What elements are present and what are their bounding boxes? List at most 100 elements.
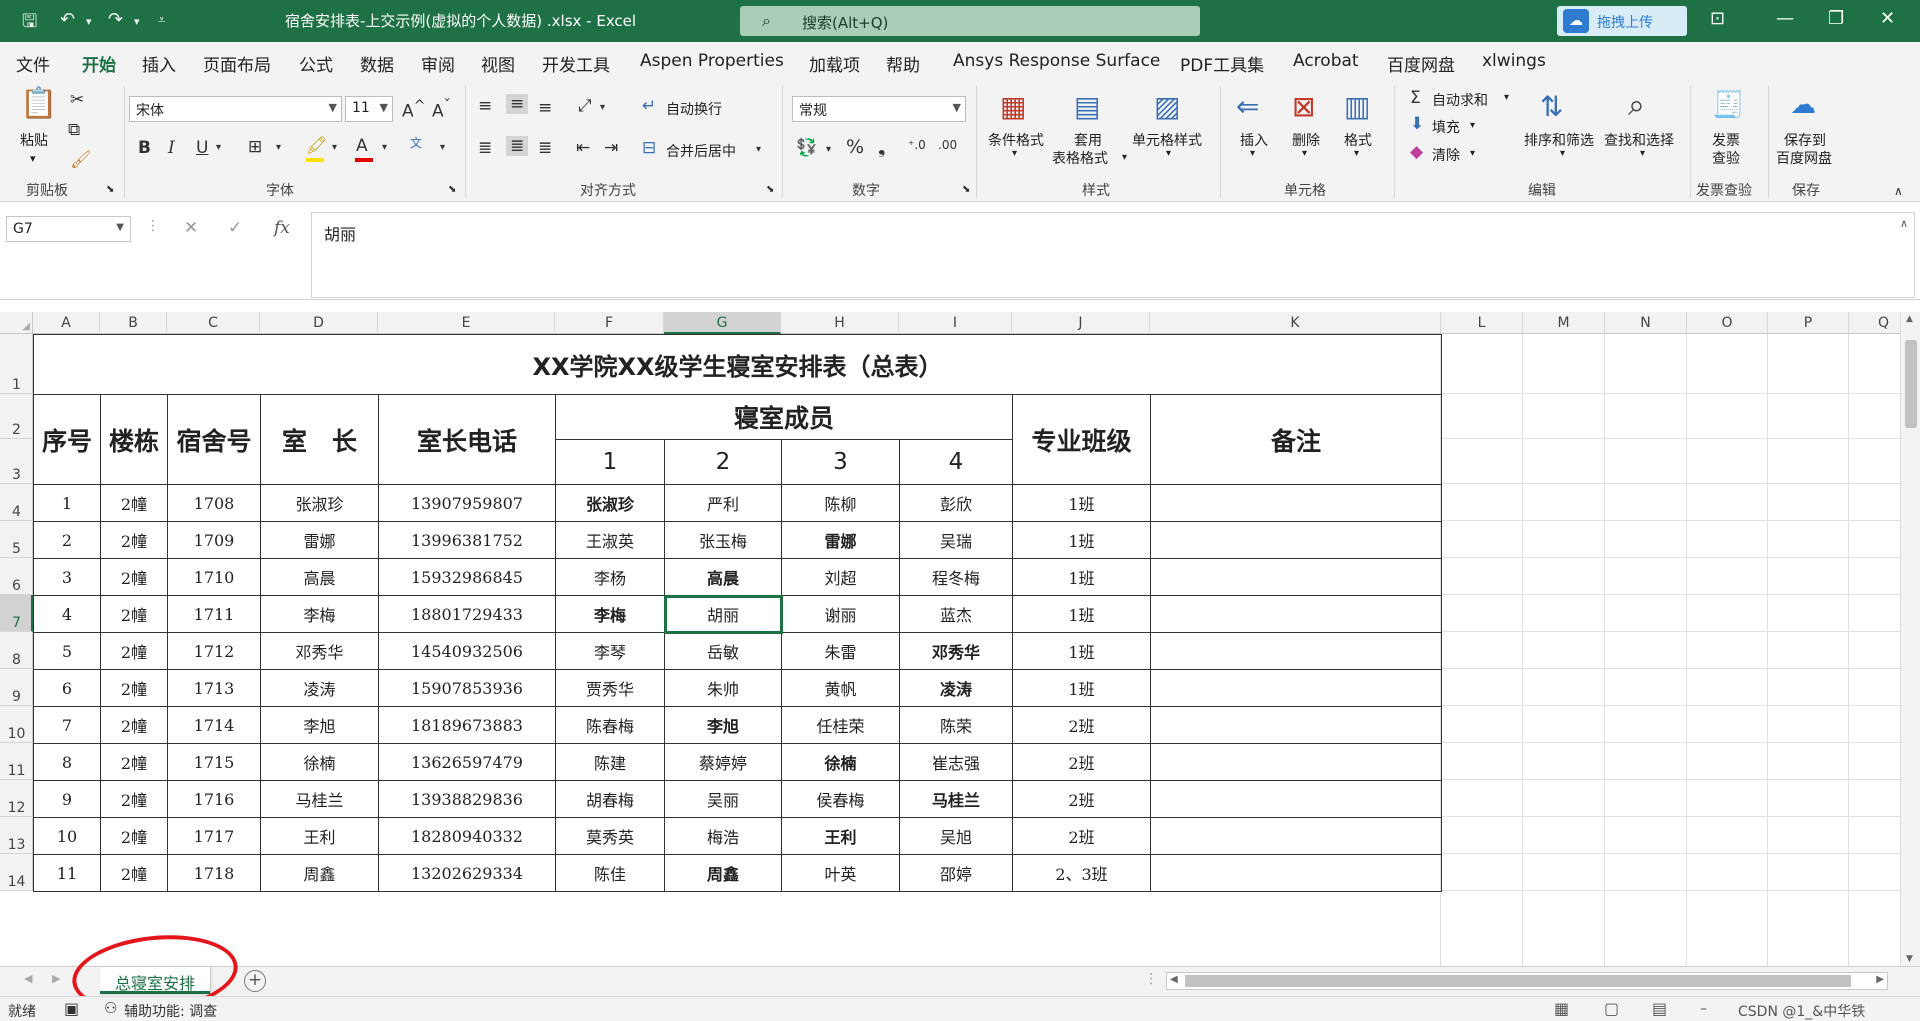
header-building[interactable]: 楼栋 xyxy=(100,394,168,485)
save-baidu-line1[interactable]: 保存到 xyxy=(1784,130,1826,150)
row-header-6[interactable]: 6 xyxy=(0,558,33,595)
cell-leader[interactable]: 马桂兰 xyxy=(260,780,379,818)
tab-review[interactable]: 审阅 xyxy=(421,51,455,76)
percent-icon[interactable]: % xyxy=(846,136,864,158)
cell-building[interactable]: 2幢 xyxy=(100,484,168,522)
cell-member2[interactable]: 岳敏 xyxy=(664,632,782,670)
find-select-icon[interactable]: ⌕ xyxy=(1628,88,1645,123)
cell-member1[interactable]: 王淑英 xyxy=(555,521,665,559)
member-num-4[interactable]: 4 xyxy=(899,439,1013,485)
cell-member1[interactable]: 陈佳 xyxy=(555,854,665,892)
currency-icon[interactable]: 💱 xyxy=(796,138,817,158)
paste-dropdown-icon[interactable]: ▾ xyxy=(30,152,36,165)
name-box[interactable]: G7 ▼ xyxy=(6,216,131,242)
font-color-dropdown-icon[interactable]: ▾ xyxy=(382,142,387,153)
scroll-down-icon[interactable]: ▼ xyxy=(1906,954,1913,964)
italic-icon[interactable]: I xyxy=(168,138,175,158)
increase-indent-icon[interactable]: ⇥ xyxy=(604,138,618,158)
cell-seq[interactable]: 9 xyxy=(33,780,101,818)
insert-dropdown-icon[interactable]: ▾ xyxy=(1250,148,1255,159)
cell-class[interactable]: 1班 xyxy=(1012,669,1151,707)
fill-dropdown-icon[interactable]: ▾ xyxy=(332,142,337,153)
zoom-out-icon[interactable]: – xyxy=(1700,1001,1707,1017)
cell-member2[interactable]: 胡丽 xyxy=(663,594,783,634)
cell-seq[interactable]: 8 xyxy=(33,743,101,781)
cell-member4[interactable]: 蓝杰 xyxy=(899,595,1013,633)
cell-phone[interactable]: 13996381752 xyxy=(378,521,556,559)
cell-note[interactable] xyxy=(1150,558,1442,596)
cell-member1[interactable]: 李琴 xyxy=(555,632,665,670)
cell-class[interactable]: 1班 xyxy=(1012,558,1151,596)
number-launcher-icon[interactable]: ⬊ xyxy=(962,184,970,195)
cell-note[interactable] xyxy=(1150,817,1442,855)
format-as-table-line2[interactable]: 表格格式 xyxy=(1052,148,1108,168)
conditional-format-button[interactable]: 条件格式 xyxy=(988,130,1044,150)
phonetic-icon[interactable]: 文 xyxy=(410,134,422,151)
cell-building[interactable]: 2幢 xyxy=(100,558,168,596)
column-header-p[interactable]: P xyxy=(1768,312,1849,334)
cell-building[interactable]: 2幢 xyxy=(100,595,168,633)
column-header-i[interactable]: I xyxy=(899,312,1012,334)
font-color-icon[interactable]: A xyxy=(356,136,368,156)
invoice-check-line2[interactable]: 查验 xyxy=(1712,148,1740,168)
format-painter-icon[interactable]: 🖌 xyxy=(70,150,92,170)
cell-member3[interactable]: 侯春梅 xyxy=(781,780,900,818)
cell-seq[interactable]: 1 xyxy=(33,484,101,522)
cell-member4[interactable]: 彭欣 xyxy=(899,484,1013,522)
decrease-indent-icon[interactable]: ⇤ xyxy=(576,138,590,158)
cell-leader[interactable]: 徐楠 xyxy=(260,743,379,781)
cell-room[interactable]: 1710 xyxy=(167,558,261,596)
cell-member2[interactable]: 周鑫 xyxy=(664,854,782,892)
delete-cells-button[interactable]: 删除 xyxy=(1292,130,1320,150)
page-break-view-icon[interactable]: ▤ xyxy=(1652,999,1667,1018)
conditional-format-icon[interactable]: ▦ xyxy=(1000,90,1026,123)
redo-dropdown-icon[interactable]: ▾ xyxy=(134,15,140,28)
row-header-1[interactable]: 1 xyxy=(0,334,33,394)
cell-member4[interactable]: 邵婷 xyxy=(899,854,1013,892)
accessibility-status[interactable]: 辅助功能: 调查 xyxy=(124,1001,217,1021)
cell-styles-button[interactable]: 单元格样式 xyxy=(1132,130,1202,150)
sort-dropdown-icon[interactable]: ▾ xyxy=(1560,148,1565,159)
column-header-j[interactable]: J xyxy=(1012,312,1150,334)
column-header-g[interactable]: G xyxy=(664,312,781,334)
column-header-f[interactable]: F xyxy=(555,312,664,334)
tab-file[interactable]: 文件 xyxy=(16,51,50,76)
format-dropdown-icon[interactable]: ▾ xyxy=(1354,148,1359,159)
cell-building[interactable]: 2幢 xyxy=(100,854,168,892)
tab-page-layout[interactable]: 页面布局 xyxy=(203,51,271,76)
redo-icon[interactable]: ↷ xyxy=(108,9,123,30)
cancel-icon[interactable]: ✕ xyxy=(184,218,198,238)
font-size-select[interactable]: 11 ▼ xyxy=(345,96,393,122)
cell-building[interactable]: 2幢 xyxy=(100,669,168,707)
header-members[interactable]: 寝室成员 xyxy=(555,394,1013,440)
tab-data[interactable]: 数据 xyxy=(360,51,394,76)
row-header-4[interactable]: 4 xyxy=(0,484,33,521)
cell-seq[interactable]: 11 xyxy=(33,854,101,892)
autosum-icon[interactable]: Σ xyxy=(1410,88,1421,108)
close-icon[interactable]: ✕ xyxy=(1880,8,1895,29)
cell-note[interactable] xyxy=(1150,706,1442,744)
collapse-ribbon-icon[interactable]: ∧ xyxy=(1894,184,1903,198)
cell-styles-icon[interactable]: ▨ xyxy=(1154,90,1180,123)
merge-center-button[interactable]: 合并后居中 xyxy=(666,141,736,161)
cell-room[interactable]: 1717 xyxy=(167,817,261,855)
vertical-scrollbar[interactable]: ▲ ▼ xyxy=(1900,312,1920,966)
cell-phone[interactable]: 18801729433 xyxy=(378,595,556,633)
cell-member2[interactable]: 梅浩 xyxy=(664,817,782,855)
cell-phone[interactable]: 13626597479 xyxy=(378,743,556,781)
borders-icon[interactable]: ⊞ xyxy=(248,137,262,157)
save-baidu-line2[interactable]: 百度网盘 xyxy=(1776,148,1832,168)
cell-class[interactable]: 2班 xyxy=(1012,780,1151,818)
row-header-12[interactable]: 12 xyxy=(0,780,33,817)
align-top-icon[interactable]: ≡ xyxy=(478,96,492,116)
cell-member3[interactable]: 陈柳 xyxy=(781,484,900,522)
cell-phone[interactable]: 18280940332 xyxy=(378,817,556,855)
cell-class[interactable]: 1班 xyxy=(1012,632,1151,670)
row-header-10[interactable]: 10 xyxy=(0,706,33,743)
cell-member2[interactable]: 严利 xyxy=(664,484,782,522)
underline-dropdown-icon[interactable]: ▾ xyxy=(216,142,221,153)
cell-leader[interactable]: 张淑珍 xyxy=(260,484,379,522)
cell-seq[interactable]: 2 xyxy=(33,521,101,559)
cell-member1[interactable]: 陈春梅 xyxy=(555,706,665,744)
cell-phone[interactable]: 13202629334 xyxy=(378,854,556,892)
